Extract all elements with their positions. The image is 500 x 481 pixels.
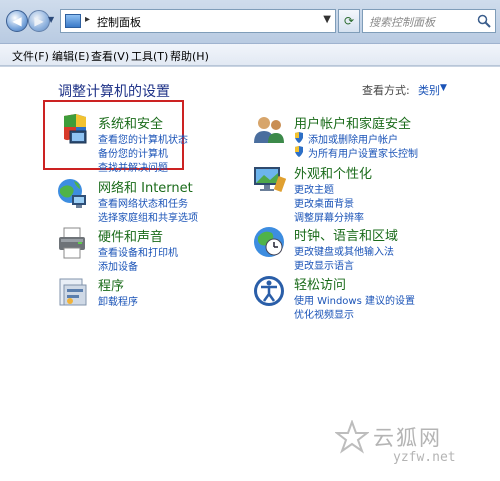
uac-shield-icon — [295, 132, 303, 143]
menu-tools[interactable]: 工具(T) — [131, 48, 168, 64]
view-by-chevron-icon[interactable]: ▼ — [440, 83, 447, 93]
link-view-computer-status[interactable]: 查看您的计算机状态 — [98, 131, 188, 146]
network-globe-icon[interactable] — [56, 177, 90, 211]
link-uninstall-program[interactable]: 卸载程序 — [98, 293, 138, 308]
link-adjust-resolution[interactable]: 调整屏幕分辨率 — [294, 209, 364, 224]
star-logo-icon — [335, 420, 369, 454]
menu-help[interactable]: 帮助(H) — [170, 48, 209, 64]
address-bar[interactable]: ▸ 控制面板 ▼ — [60, 9, 336, 33]
search-input[interactable]: 搜索控制面板 — [362, 9, 496, 33]
category-title-ease-of-access[interactable]: 轻松访问 — [294, 274, 346, 293]
link-change-desktop-background[interactable]: 更改桌面背景 — [294, 195, 354, 210]
category-title-clock-language-region[interactable]: 时钟、语言和区域 — [294, 225, 398, 244]
link-add-device[interactable]: 添加设备 — [98, 258, 138, 273]
back-button[interactable]: ◀ — [6, 10, 28, 32]
link-homegroup-sharing[interactable]: 选择家庭组和共享选项 — [98, 209, 198, 224]
link-use-windows-recommended-settings[interactable]: 使用 Windows 建议的设置 — [294, 292, 415, 307]
shield-computer-icon[interactable] — [56, 113, 90, 147]
category-title-user-accounts[interactable]: 用户帐户和家庭安全 — [294, 113, 411, 132]
accessibility-icon[interactable] — [252, 274, 286, 308]
view-by-label: 查看方式: — [362, 84, 410, 97]
clock-globe-icon[interactable] — [252, 225, 286, 259]
link-add-remove-accounts[interactable]: 添加或删除用户帐户 — [308, 131, 398, 146]
link-view-devices-printers[interactable]: 查看设备和打印机 — [98, 244, 178, 259]
uac-shield-icon — [295, 146, 303, 157]
watermark-url: yzfw.net — [393, 450, 456, 465]
category-title-appearance[interactable]: 外观和个性化 — [294, 163, 372, 182]
link-optimize-visual-display[interactable]: 优化视频显示 — [294, 306, 354, 321]
users-icon[interactable] — [252, 113, 286, 147]
link-change-theme[interactable]: 更改主题 — [294, 181, 334, 196]
refresh-button[interactable]: ⟳ — [338, 9, 360, 33]
breadcrumb-chevron-icon[interactable]: ▸ — [85, 14, 90, 25]
control-panel-icon — [65, 14, 81, 28]
search-icon[interactable] — [477, 14, 491, 28]
forward-button[interactable]: ▶ — [28, 10, 50, 32]
programs-icon[interactable] — [56, 275, 90, 309]
recent-pages-dropdown[interactable]: ▼ — [48, 15, 58, 25]
link-change-display-language[interactable]: 更改显示语言 — [294, 257, 354, 272]
link-change-keyboard-input[interactable]: 更改键盘或其他输入法 — [294, 243, 394, 258]
menu-view[interactable]: 查看(V) — [91, 48, 129, 64]
menu-edit[interactable]: 编辑(E) — [52, 48, 90, 64]
printer-icon[interactable] — [56, 226, 90, 260]
category-title-programs[interactable]: 程序 — [98, 275, 124, 294]
watermark: 云狐网 yzfw.net — [335, 416, 495, 478]
category-title-system-security[interactable]: 系统和安全 — [98, 113, 163, 132]
breadcrumb-control-panel[interactable]: 控制面板 — [97, 14, 141, 30]
address-dropdown-icon[interactable]: ▼ — [323, 14, 331, 25]
link-find-fix-problems[interactable]: 查找并解决问题 — [98, 159, 168, 174]
monitor-icon[interactable] — [252, 163, 286, 197]
category-title-network-internet[interactable]: 网络和 Internet — [98, 177, 193, 196]
page-title: 调整计算机的设置 — [58, 84, 170, 100]
view-by-dropdown[interactable]: 类别 — [418, 82, 440, 98]
link-view-network-status[interactable]: 查看网络状态和任务 — [98, 195, 188, 210]
watermark-text: 云狐网 — [373, 426, 442, 450]
menu-file[interactable]: 文件(F) — [12, 48, 49, 64]
title-bar: ◀ ▶ ▼ ▸ 控制面板 ▼ ⟳ 搜索控制面板 — [0, 0, 500, 44]
link-parental-controls[interactable]: 为所有用户设置家长控制 — [308, 145, 418, 160]
search-placeholder: 搜索控制面板 — [369, 16, 435, 29]
link-backup-computer[interactable]: 备份您的计算机 — [98, 145, 168, 160]
category-title-hardware-sound[interactable]: 硬件和声音 — [98, 226, 163, 245]
menu-bar: 文件(F) 编辑(E) 查看(V) 工具(T) 帮助(H) — [0, 44, 500, 66]
